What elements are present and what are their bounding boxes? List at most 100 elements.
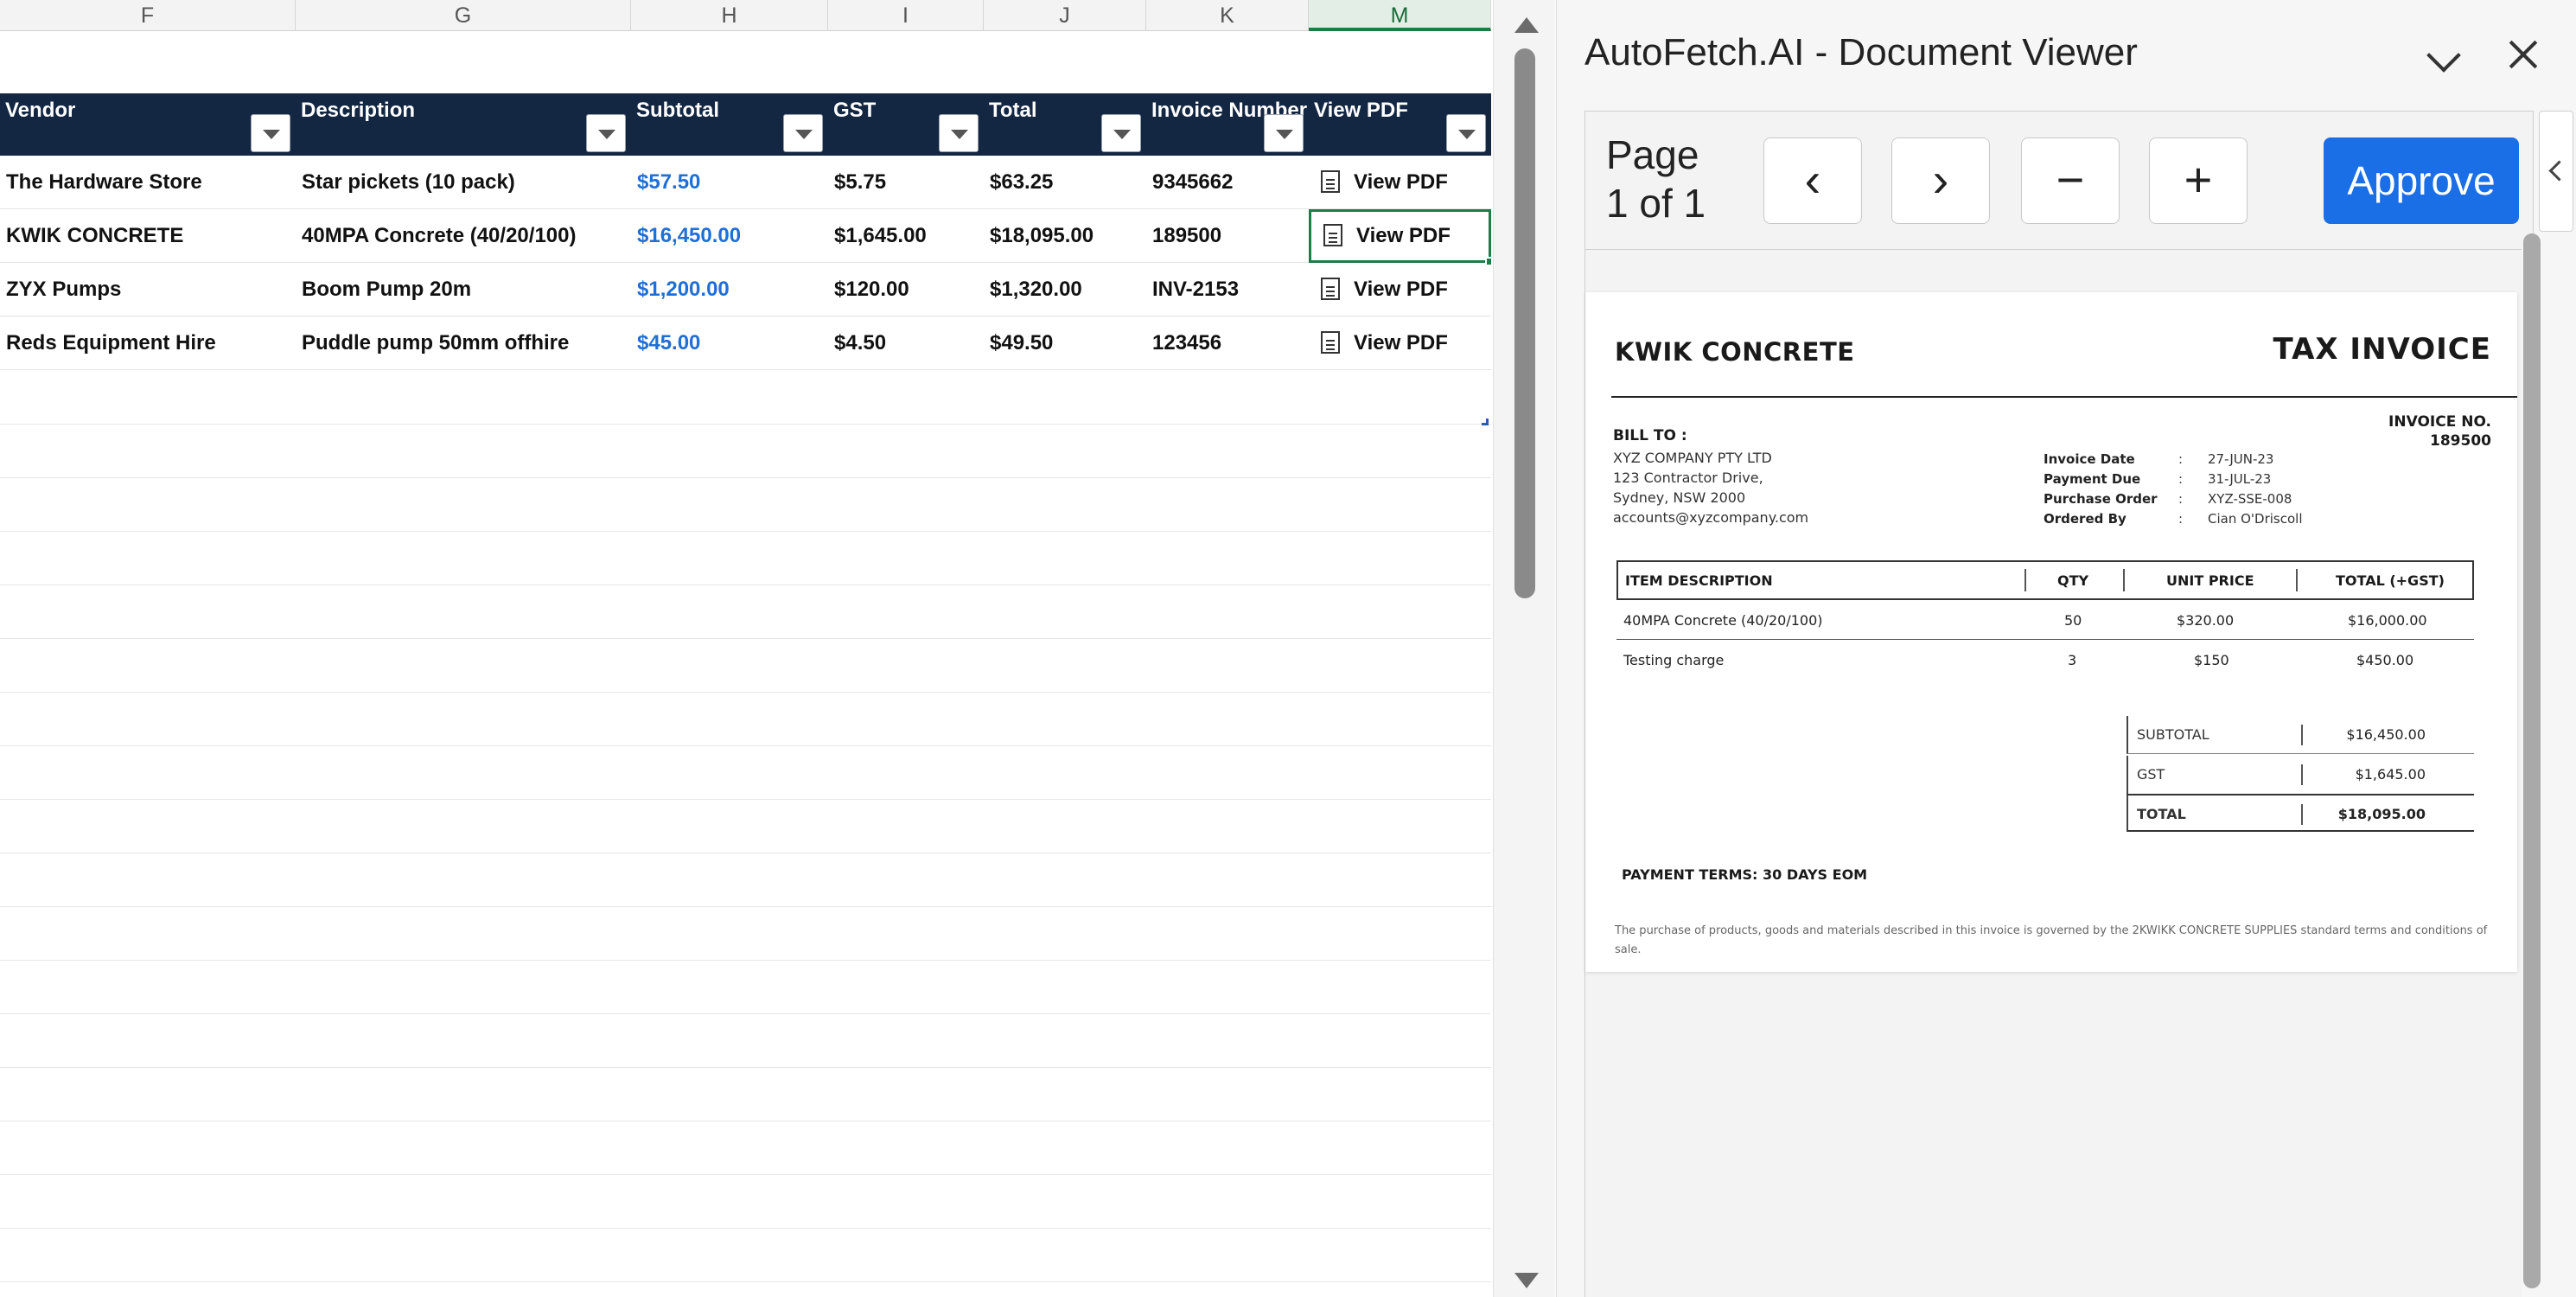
items-header-total: TOTAL (+GST) xyxy=(2336,572,2445,589)
cell-total[interactable]: $49.50 xyxy=(984,316,1146,370)
filter-dropdown-button[interactable] xyxy=(1446,114,1486,152)
cell-subtotal[interactable]: $57.50 xyxy=(631,156,828,209)
cell-description[interactable]: Boom Pump 20m xyxy=(296,263,631,316)
grid-line xyxy=(0,638,1491,639)
cell-total[interactable]: $63.25 xyxy=(984,156,1146,209)
invoice-item-row: Testing charge 3 $150 $450.00 xyxy=(1616,640,2474,680)
filter-dropdown-button[interactable] xyxy=(1264,114,1304,152)
grid-line xyxy=(0,799,1491,800)
cell-gst[interactable]: $1,645.00 xyxy=(828,209,984,263)
document-icon xyxy=(1321,278,1340,300)
invoice-item-row: 40MPA Concrete (40/20/100) 50 $320.00 $1… xyxy=(1616,600,2474,640)
table-row[interactable]: The Hardware Store Star pickets (10 pack)… xyxy=(0,156,1491,209)
column-header-g[interactable]: G xyxy=(296,0,631,31)
table-resize-handle[interactable] xyxy=(1482,418,1489,425)
view-pdf-link[interactable]: View PDF xyxy=(1309,209,1491,266)
cell-vendor[interactable]: ZYX Pumps xyxy=(0,263,296,316)
previous-page-button[interactable]: ‹ xyxy=(1763,137,1862,224)
header-gst: GST xyxy=(828,93,984,156)
view-pdf-link[interactable]: View PDF xyxy=(1309,156,1491,209)
item-total: $16,000.00 xyxy=(2348,612,2427,629)
column-header-i[interactable]: I xyxy=(828,0,984,31)
grid-line xyxy=(0,960,1491,961)
viewer-scrollbar-thumb[interactable] xyxy=(2523,233,2541,1288)
page-indicator: Page 1 of 1 xyxy=(1606,131,1706,227)
cell-total[interactable]: $1,320.00 xyxy=(984,263,1146,316)
sheet-vertical-scrollbar[interactable] xyxy=(1493,0,1555,1297)
scroll-down-icon[interactable] xyxy=(1514,1273,1539,1288)
filter-dropdown-button[interactable] xyxy=(783,114,823,152)
bill-to-line: XYZ COMPANY PTY LTD xyxy=(1613,450,1772,466)
filter-dropdown-button[interactable] xyxy=(251,114,290,152)
purchase-order-value: XYZ-SSE-008 xyxy=(2208,491,2292,507)
approve-button[interactable]: Approve xyxy=(2324,137,2519,224)
close-icon[interactable] xyxy=(2499,31,2547,80)
grid-line xyxy=(0,1228,1491,1229)
header-subtotal: Subtotal xyxy=(631,93,828,156)
column-header-j[interactable]: J xyxy=(984,0,1146,31)
cell-description[interactable]: Puddle pump 50mm offhire xyxy=(296,316,631,370)
cell-subtotal[interactable]: $1,200.00 xyxy=(631,263,828,316)
column-header-f[interactable]: F xyxy=(0,0,296,31)
spreadsheet-grid[interactable]: F G H I J K M Vendor Description Subtota… xyxy=(0,0,1491,1297)
cell-description[interactable]: 40MPA Concrete (40/20/100) xyxy=(296,209,631,263)
view-pdf-label: View PDF xyxy=(1356,224,1451,247)
bill-to-line: 123 Contractor Drive, xyxy=(1613,470,1763,486)
cell-total[interactable]: $18,095.00 xyxy=(984,209,1146,263)
view-pdf-label: View PDF xyxy=(1354,331,1448,355)
cell-vendor[interactable]: Reds Equipment Hire xyxy=(0,316,296,370)
view-pdf-link[interactable]: View PDF xyxy=(1309,263,1491,316)
total-value: $18,095.00 xyxy=(2337,806,2426,822)
cell-subtotal[interactable]: $45.00 xyxy=(631,316,828,370)
scroll-up-icon[interactable] xyxy=(1514,17,1539,33)
column-header-m[interactable]: M xyxy=(1309,0,1491,31)
filter-dropdown-button[interactable] xyxy=(939,114,979,152)
scrollbar-thumb[interactable] xyxy=(1514,48,1535,598)
cell-subtotal[interactable]: $16,450.00 xyxy=(631,209,828,263)
payment-due-value: 31-JUL-23 xyxy=(2208,471,2272,487)
invoice-number: 189500 xyxy=(2430,432,2491,450)
invoice-date-label: Invoice Date xyxy=(2044,451,2135,467)
cell-gst[interactable]: $4.50 xyxy=(828,316,984,370)
cell-vendor[interactable]: The Hardware Store xyxy=(0,156,296,209)
header-label: View PDF xyxy=(1314,99,1408,122)
chevron-left-icon[interactable] xyxy=(2539,111,2573,232)
invoice-divider xyxy=(1611,396,2517,398)
column-header-bar: F G H I J K M xyxy=(0,0,1491,31)
ordered-by-label: Ordered By xyxy=(2044,511,2126,527)
column-header-k[interactable]: K xyxy=(1146,0,1309,31)
gst-value: $1,645.00 xyxy=(2355,766,2426,783)
meta-colon: : xyxy=(2178,511,2184,527)
table-row[interactable]: KWIK CONCRETE 40MPA Concrete (40/20/100) $… xyxy=(0,209,1491,266)
total-row: TOTAL $18,095.00 xyxy=(2126,794,2474,832)
next-page-button[interactable]: › xyxy=(1891,137,1990,224)
cell-description[interactable]: Star pickets (10 pack) xyxy=(296,156,631,209)
bill-to-label: BILL TO : xyxy=(1613,427,1687,444)
cell-invoice-number[interactable]: INV-2153 xyxy=(1146,263,1309,316)
table-row[interactable]: ZYX Pumps Boom Pump 20m $1,200.00 $120.00 $1… xyxy=(0,263,1491,316)
zoom-out-button[interactable]: − xyxy=(2021,137,2120,224)
bill-to-line: Sydney, NSW 2000 xyxy=(1613,489,1746,506)
cell-invoice-number[interactable]: 9345662 xyxy=(1146,156,1309,209)
cell-vendor[interactable]: KWIK CONCRETE xyxy=(0,209,296,263)
grid-line xyxy=(0,424,1491,425)
filter-dropdown-button[interactable] xyxy=(1101,114,1141,152)
view-pdf-link[interactable]: View PDF xyxy=(1309,316,1491,370)
table-row[interactable]: Reds Equipment Hire Puddle pump 50mm offh… xyxy=(0,316,1491,370)
table-header-row: Vendor Description Subtotal GST Total In… xyxy=(0,93,1491,156)
meta-colon: : xyxy=(2178,491,2184,507)
cell-invoice-number[interactable]: 189500 xyxy=(1146,209,1309,263)
items-header-description: ITEM DESCRIPTION xyxy=(1625,572,1773,589)
filter-dropdown-button[interactable] xyxy=(586,114,626,152)
cell-gst[interactable]: $5.75 xyxy=(828,156,984,209)
invoice-date-value: 27-JUN-23 xyxy=(2208,451,2274,467)
chevron-down-icon[interactable] xyxy=(2421,33,2473,81)
cell-gst[interactable]: $120.00 xyxy=(828,263,984,316)
header-label: Subtotal xyxy=(636,99,719,122)
zoom-in-button[interactable]: + xyxy=(2149,137,2248,224)
cell-invoice-number[interactable]: 123456 xyxy=(1146,316,1309,370)
column-separator xyxy=(2301,764,2303,785)
invoice-number-label: INVOICE NO. xyxy=(2388,413,2491,431)
column-header-h[interactable]: H xyxy=(631,0,828,31)
invoice-vendor-name: KWIK CONCRETE xyxy=(1615,337,1855,367)
